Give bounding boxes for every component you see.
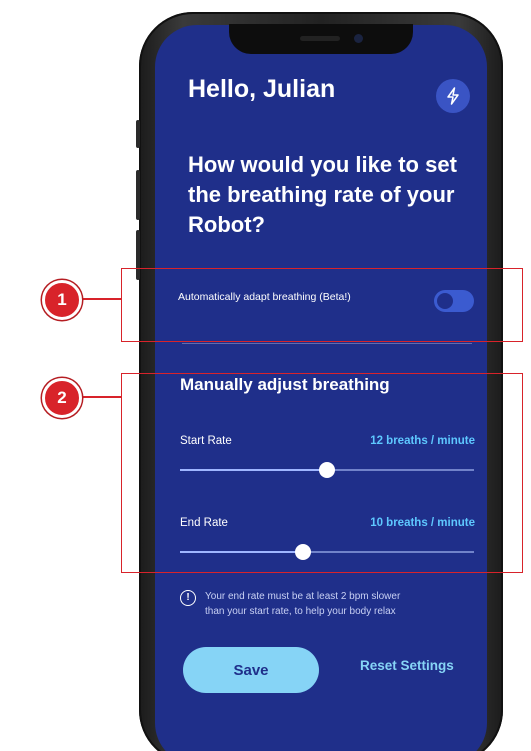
screenshot-stage: Hello, Julian How would you like to set … (0, 0, 531, 751)
phone-camera (354, 34, 363, 43)
annotation-leader-2 (80, 396, 122, 398)
annotation-leader-1 (80, 298, 122, 300)
phone-volume-up (136, 170, 140, 220)
section-divider (182, 343, 472, 344)
info-note-line-2: than your start rate, to help your body … (205, 606, 396, 617)
info-note: Your end rate must be at least 2 bpm slo… (205, 589, 465, 619)
phone-speaker (300, 36, 340, 41)
info-note-line-1: Your end rate must be at least 2 bpm slo… (205, 591, 401, 602)
shortcut-button[interactable] (436, 79, 470, 113)
annotation-box-1 (121, 268, 523, 342)
annotation-marker-1: 1 (42, 280, 82, 320)
info-icon: ! (180, 590, 196, 606)
greeting-title: Hello, Julian (188, 75, 336, 103)
annotation-marker-2: 2 (42, 378, 82, 418)
phone-silent-switch (136, 120, 140, 148)
annotation-box-2 (121, 373, 523, 573)
save-button[interactable]: Save (183, 647, 319, 693)
bolt-icon (447, 87, 459, 105)
reset-settings-link[interactable]: Reset Settings (360, 658, 454, 673)
page-question: How would you like to set the breathing … (188, 152, 457, 237)
